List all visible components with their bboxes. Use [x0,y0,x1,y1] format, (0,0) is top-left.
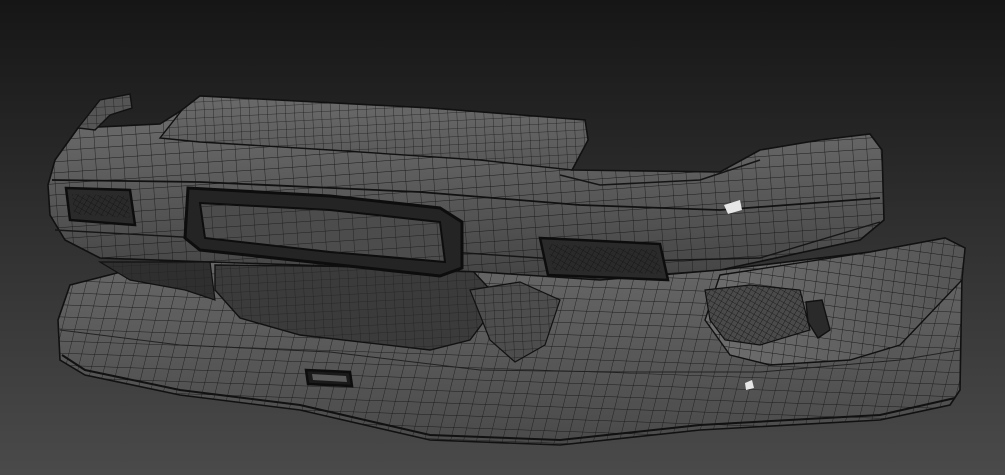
bumper-model [47,93,966,446]
right-foglight-recess [538,236,670,282]
left-foglight-recess [64,186,137,227]
3d-viewport[interactable] [0,0,1005,475]
tow-hook-slot [304,368,354,388]
